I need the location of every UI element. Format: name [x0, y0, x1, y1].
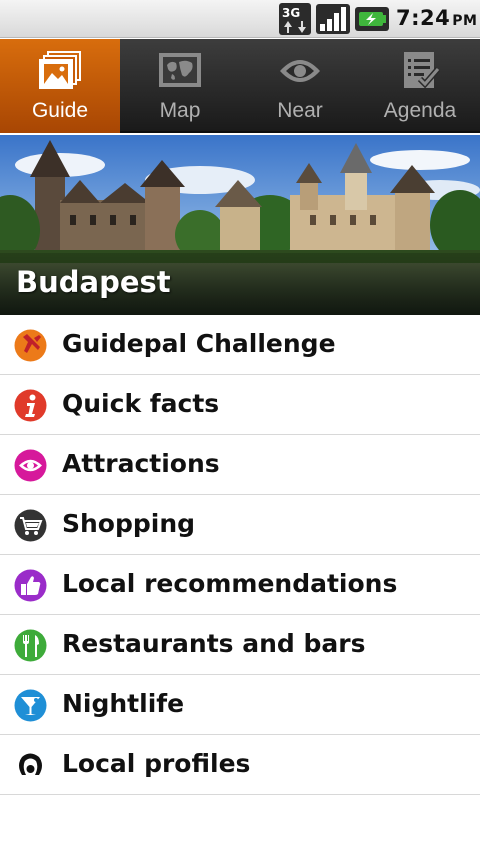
tab-near[interactable]: Near: [240, 39, 360, 133]
menu-label: Local recommendations: [62, 569, 398, 598]
guide-icon: [39, 51, 81, 89]
menu-item-guidepal-challenge[interactable]: Guidepal Challenge: [0, 315, 480, 375]
menu-item-nightlife[interactable]: Nightlife: [0, 675, 480, 735]
cutlery-icon: [14, 629, 47, 662]
tab-guide-label: Guide: [31, 99, 89, 122]
tab-bar: Guide Map Near Agenda: [0, 39, 480, 133]
menu-item-attractions[interactable]: Attractions: [0, 435, 480, 495]
menu-item-local-profiles[interactable]: Local profiles: [0, 735, 480, 795]
clock: 7:24 PM: [396, 6, 477, 30]
eye-icon: [14, 449, 47, 482]
menu-label: Local profiles: [62, 749, 251, 778]
menu-label: Quick facts: [62, 389, 220, 418]
status-bar: 3G 7:24 PM: [0, 0, 480, 38]
city-banner: Budapest: [0, 135, 480, 315]
battery-charging-icon: [355, 7, 389, 31]
menu-item-shopping[interactable]: Shopping: [0, 495, 480, 555]
guide-menu: Guidepal Challenge Quick facts Attractio…: [0, 315, 480, 795]
tab-guide[interactable]: Guide: [0, 39, 120, 133]
clock-ampm: PM: [452, 13, 478, 29]
menu-label: Shopping: [62, 509, 196, 538]
clock-time: 7:24: [396, 6, 451, 30]
menu-item-local-recommendations[interactable]: Local recommendations: [0, 555, 480, 615]
menu-item-restaurants-and-bars[interactable]: Restaurants and bars: [0, 615, 480, 675]
tab-near-label: Near: [277, 99, 323, 122]
challenge-icon: [14, 329, 47, 362]
profile-icon: [19, 753, 42, 775]
tab-map[interactable]: Map: [120, 39, 240, 133]
tab-agenda[interactable]: Agenda: [360, 39, 480, 133]
menu-label: Nightlife: [62, 689, 185, 718]
tab-agenda-label: Agenda: [383, 99, 457, 122]
3g-icon: 3G: [279, 3, 311, 35]
menu-label: Guidepal Challenge: [62, 329, 336, 358]
agenda-icon: [404, 52, 441, 89]
cocktail-icon: [14, 689, 47, 722]
thumbs-up-icon: [14, 569, 47, 602]
city-title: Budapest: [16, 265, 171, 299]
eye-icon: [280, 60, 320, 82]
tab-map-label: Map: [159, 99, 201, 122]
menu-label: Attractions: [62, 449, 220, 478]
signal-icon: [316, 4, 350, 34]
map-icon: [159, 53, 201, 87]
svg-text:3G: 3G: [282, 6, 300, 20]
menu-label: Restaurants and bars: [62, 629, 366, 658]
info-icon: [14, 389, 47, 422]
menu-item-quick-facts[interactable]: Quick facts: [0, 375, 480, 435]
cart-icon: [14, 509, 47, 542]
